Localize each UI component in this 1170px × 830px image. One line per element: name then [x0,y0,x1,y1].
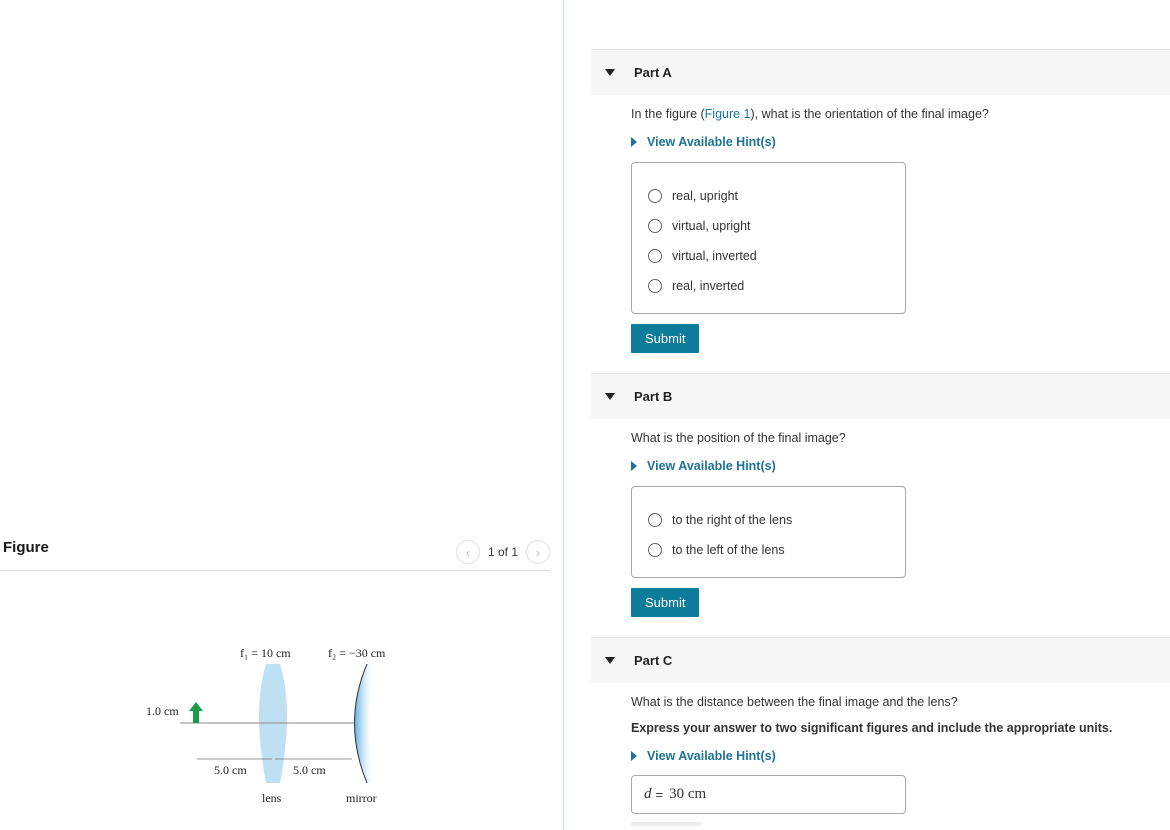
option-label: virtual, inverted [672,249,757,263]
part-a-hint-toggle[interactable]: View Available Hint(s) [631,135,1170,149]
questions-pane: Part A In the figure (Figure 1), what is… [591,0,1170,830]
figure-link[interactable]: Figure 1 [705,107,751,121]
caret-down-icon [605,69,615,76]
caret-right-icon [631,461,637,471]
part-b-title: Part B [634,389,673,404]
f2-label: f₂ = −30 cm [328,646,386,660]
option-label: virtual, upright [672,219,751,233]
option-right-of-lens[interactable]: to the right of the lens [648,505,905,535]
question-text: In the figure ( [631,107,705,121]
option-label: real, inverted [672,279,745,293]
option-label: to the right of the lens [672,513,793,527]
answer-input[interactable]: d = 30 cm [631,775,906,814]
hint-label: View Available Hint(s) [647,135,776,149]
caret-right-icon [631,137,637,147]
radio-button[interactable] [648,189,662,203]
f1-label: f₁ = 10 cm [240,646,291,660]
figure-pane: Figure ‹ 1 of 1 › f₁ = 10 cm f₂ = −30 cm… [0,0,564,830]
caret-down-icon [605,393,615,400]
option-virtual-upright[interactable]: virtual, upright [648,211,905,241]
part-b: Part B What is the position of the final… [591,373,1170,617]
question-text: ), what is the orientation of the final … [750,107,989,121]
part-b-hint-toggle[interactable]: View Available Hint(s) [631,459,1170,473]
option-label: to the left of the lens [672,543,785,557]
part-a-question: In the figure (Figure 1), what is the or… [631,107,1170,121]
option-left-of-lens[interactable]: to the left of the lens [648,535,905,565]
figure-title: Figure [3,539,49,556]
lens-label: lens [262,791,282,805]
hint-label: View Available Hint(s) [647,459,776,473]
part-b-question: What is the position of the final image? [631,431,846,445]
chevron-right-icon[interactable]: › [526,540,550,564]
part-c-question: What is the distance between the final i… [631,695,958,709]
part-c-title: Part C [634,653,673,668]
option-virtual-inverted[interactable]: virtual, inverted [648,241,905,271]
pager-count: 1 of 1 [487,545,518,559]
distance-right-label: 5.0 cm [293,763,326,777]
optics-diagram: f₁ = 10 cm f₂ = −30 cm 1.0 cm 5.0 cm 5.0… [146,646,386,805]
part-c: Part C What is the distance between the … [591,637,1170,826]
part-b-submit-button[interactable]: Submit [631,588,700,617]
part-b-options: to the right of the lens to the left of … [631,486,906,578]
part-a-submit-button[interactable]: Submit [631,324,700,353]
answer-equals: = [655,787,664,802]
radio-button[interactable] [648,219,662,233]
chevron-left-icon[interactable]: ‹ [455,540,480,564]
caret-down-icon [605,657,615,664]
radio-button[interactable] [648,279,662,293]
part-b-header[interactable]: Part B [591,373,1170,419]
caret-right-icon [631,751,637,761]
option-label: real, upright [672,189,739,203]
part-a: Part A In the figure (Figure 1), what is… [591,49,1170,353]
part-a-title: Part A [634,65,672,80]
option-real-inverted[interactable]: real, inverted [648,271,905,301]
part-a-options: real, upright virtual, upright virtual, … [631,162,906,314]
answer-value[interactable]: 30 cm [669,786,706,803]
part-a-header[interactable]: Part A [591,49,1170,95]
object-height-label: 1.0 cm [146,704,179,718]
figure-pager: ‹ 1 of 1 › [455,540,550,564]
hint-label: View Available Hint(s) [647,749,776,763]
distance-left-label: 5.0 cm [214,763,247,777]
part-c-header[interactable]: Part C [591,637,1170,683]
mirror-shape [354,664,375,783]
figure-header: Figure ‹ 1 of 1 › [0,535,550,571]
object-arrow-icon [189,702,203,723]
mirror-label: mirror [346,791,377,805]
radio-button[interactable] [648,513,662,527]
part-c-hint-toggle[interactable]: View Available Hint(s) [631,749,1170,763]
answer-variable: d [644,786,652,802]
radio-button[interactable] [648,543,662,557]
part-c-instruction: Express your answer to two significant f… [631,721,1113,735]
part-c-submit-button[interactable] [631,822,701,826]
option-real-upright[interactable]: real, upright [648,181,905,211]
radio-button[interactable] [648,249,662,263]
